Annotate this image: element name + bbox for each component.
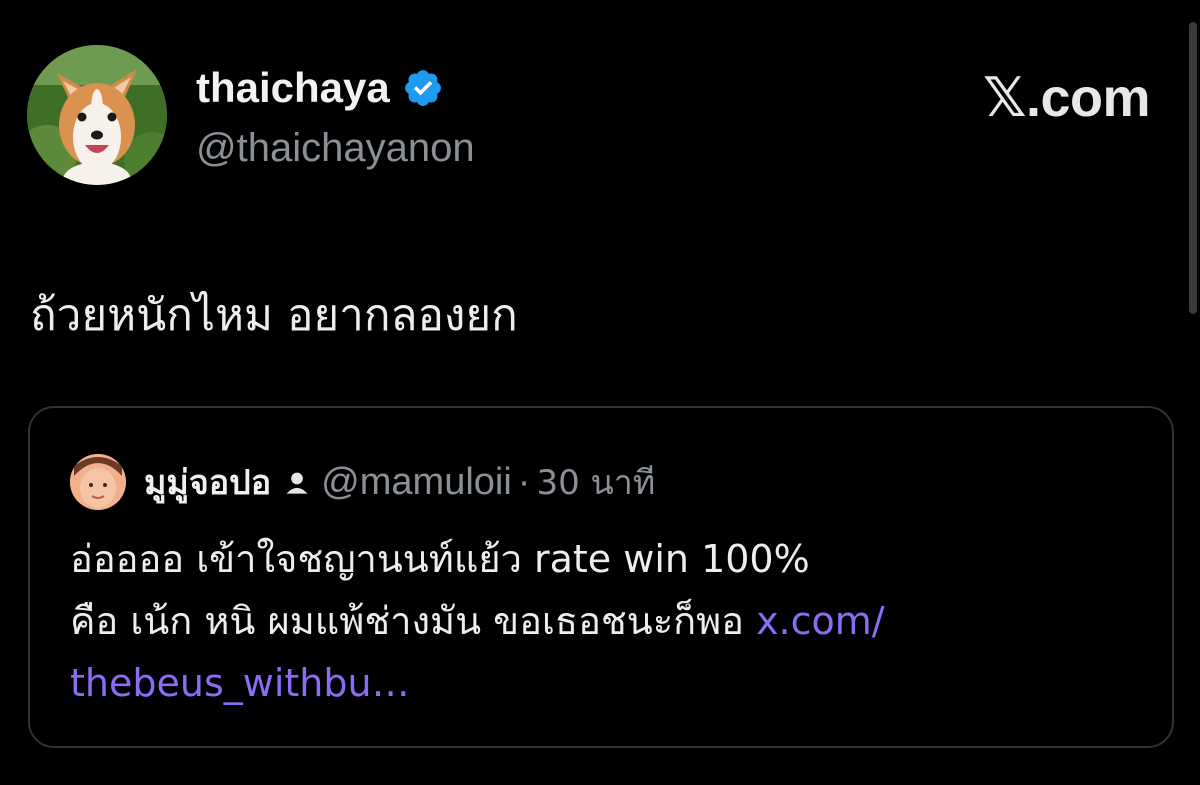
tweet-text: ถ้วยหนักไหม อยากลองยก bbox=[30, 290, 518, 341]
quote-text-line-2: คือ เน้ก หนิ ผมแพ้ช่างมัน ขอเธอชนะก็พอ x… bbox=[70, 590, 1150, 652]
quote-text: อ่ออออ เข้าใจชญานนท์แย้ว rate win 100% ค… bbox=[70, 528, 1150, 714]
person-icon bbox=[283, 468, 311, 496]
quote-link-part-1[interactable]: x.com/ bbox=[756, 599, 885, 643]
x-com-logo: 𝕏.com bbox=[982, 68, 1151, 128]
quote-tweet-card[interactable]: มูมู่จอปอ @mamuloii · 30 นาที อ่ออออ เข้… bbox=[28, 406, 1174, 748]
quote-text-line-2-text: คือ เน้ก หนิ ผมแพ้ช่างมัน ขอเธอชนะก็พอ bbox=[70, 599, 757, 643]
quote-avatar-icon bbox=[70, 454, 126, 510]
quote-author-name[interactable]: มูมู่จอปอ bbox=[144, 455, 271, 509]
quote-timestamp[interactable]: 30 นาที bbox=[536, 455, 655, 509]
author-handle[interactable]: @thaichayanon bbox=[196, 126, 475, 171]
author-display-name[interactable]: thaichaya bbox=[196, 64, 444, 112]
quote-text-line-1: อ่ออออ เข้าใจชญานนท์แย้ว rate win 100% bbox=[70, 537, 810, 581]
author-name-text: thaichaya bbox=[196, 64, 390, 111]
scrollbar[interactable] bbox=[1189, 22, 1197, 314]
author-avatar[interactable] bbox=[27, 45, 167, 185]
quote-link-part-2[interactable]: thebeus_withbu… bbox=[70, 652, 1150, 714]
quote-header: มูมู่จอปอ @mamuloii · 30 นาที bbox=[144, 458, 655, 506]
quote-author-avatar[interactable] bbox=[70, 454, 126, 510]
separator-dot: · bbox=[517, 460, 531, 503]
verified-badge-icon bbox=[402, 67, 444, 109]
quote-author-handle[interactable]: @mamuloii bbox=[321, 461, 512, 504]
corgi-avatar-icon bbox=[27, 45, 167, 185]
